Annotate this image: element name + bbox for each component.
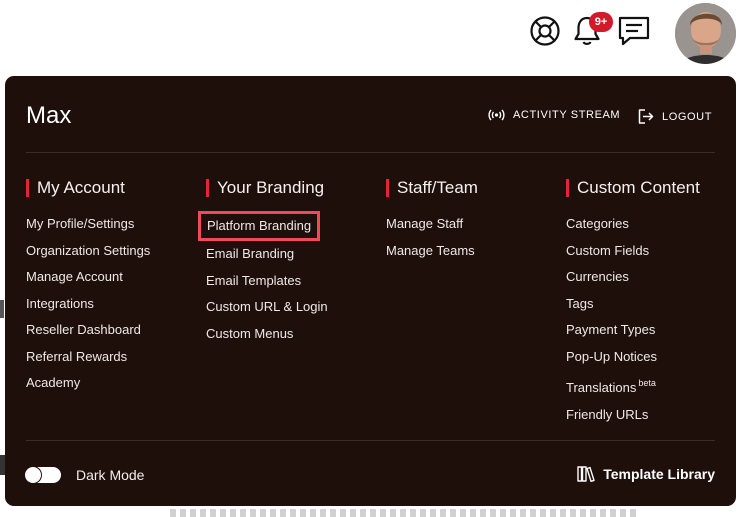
menu-item-integrations[interactable]: Integrations bbox=[26, 291, 150, 318]
translations-label: Translations bbox=[566, 380, 637, 395]
menu-item-custom-url-login[interactable]: Custom URL & Login bbox=[206, 294, 328, 321]
menu-item-pop-up-notices[interactable]: Pop-Up Notices bbox=[566, 344, 700, 371]
menu-item-referral-rewards[interactable]: Referral Rewards bbox=[26, 344, 150, 371]
menu-column-your-branding: Your Branding Platform Branding Email Br… bbox=[198, 178, 328, 348]
template-library-label: Template Library bbox=[603, 466, 715, 482]
column-title: Your Branding bbox=[206, 178, 328, 198]
menu-item-email-branding[interactable]: Email Branding bbox=[206, 241, 328, 268]
account-menu-panel: Max ACTIVITY STREAM LOGOUT My Account My… bbox=[5, 76, 736, 506]
menu-column-custom-content: Custom Content Categories Custom Fields … bbox=[566, 178, 700, 428]
toggle-knob bbox=[25, 467, 41, 483]
menu-item-academy[interactable]: Academy bbox=[26, 370, 150, 397]
background-text bbox=[170, 509, 640, 517]
menu-item-payment-types[interactable]: Payment Types bbox=[566, 317, 700, 344]
menu-item-custom-fields[interactable]: Custom Fields bbox=[566, 238, 700, 265]
menu-item-currencies[interactable]: Currencies bbox=[566, 264, 700, 291]
library-books-icon bbox=[577, 466, 595, 482]
menu-item-my-profile-settings[interactable]: My Profile/Settings bbox=[26, 211, 150, 238]
menu-item-custom-menus[interactable]: Custom Menus bbox=[206, 321, 328, 348]
menu-item-manage-teams[interactable]: Manage Teams bbox=[386, 238, 478, 265]
logout-icon bbox=[638, 109, 654, 124]
menu-item-categories[interactable]: Categories bbox=[566, 211, 700, 238]
user-name: Max bbox=[26, 102, 72, 129]
beta-tag: beta bbox=[638, 378, 656, 388]
chat-icon[interactable] bbox=[616, 14, 652, 48]
menu-column-staff-team: Staff/Team Manage Staff Manage Teams bbox=[386, 178, 478, 264]
background-edge bbox=[0, 300, 4, 318]
menu-column-my-account: My Account My Profile/Settings Organizat… bbox=[26, 178, 150, 397]
broadcast-icon bbox=[488, 109, 505, 121]
activity-stream-label: ACTIVITY STREAM bbox=[513, 109, 621, 121]
activity-stream-link[interactable]: ACTIVITY STREAM bbox=[488, 109, 620, 121]
menu-item-friendly-urls[interactable]: Friendly URLs bbox=[566, 402, 700, 429]
template-library-link[interactable]: Template Library bbox=[577, 466, 715, 482]
notification-badge: 9+ bbox=[589, 12, 613, 32]
menu-item-reseller-dashboard[interactable]: Reseller Dashboard bbox=[26, 317, 150, 344]
column-title: My Account bbox=[26, 178, 150, 198]
logout-label: LOGOUT bbox=[662, 110, 713, 123]
column-title: Staff/Team bbox=[386, 178, 478, 198]
menu-item-tags[interactable]: Tags bbox=[566, 291, 700, 318]
menu-item-translations[interactable]: Translations beta bbox=[566, 370, 700, 402]
lifebuoy-icon[interactable] bbox=[528, 14, 562, 48]
logout-link[interactable]: LOGOUT bbox=[638, 109, 712, 124]
menu-item-manage-account[interactable]: Manage Account bbox=[26, 264, 150, 291]
dark-mode-toggle[interactable] bbox=[25, 467, 61, 483]
page: 9+ Max ACTIVITY STREAM LOGOUT My Account… bbox=[0, 0, 742, 517]
menu-item-organization-settings[interactable]: Organization Settings bbox=[26, 238, 150, 265]
avatar[interactable] bbox=[675, 3, 736, 64]
menu-item-platform-branding[interactable]: Platform Branding bbox=[198, 211, 328, 241]
header-divider bbox=[26, 152, 715, 153]
menu-item-manage-staff[interactable]: Manage Staff bbox=[386, 211, 478, 238]
dark-mode-label: Dark Mode bbox=[76, 467, 145, 483]
column-title: Custom Content bbox=[566, 178, 700, 198]
footer-divider bbox=[26, 440, 715, 441]
highlighted-menu-item[interactable]: Platform Branding bbox=[198, 211, 321, 241]
menu-item-email-templates[interactable]: Email Templates bbox=[206, 268, 328, 295]
